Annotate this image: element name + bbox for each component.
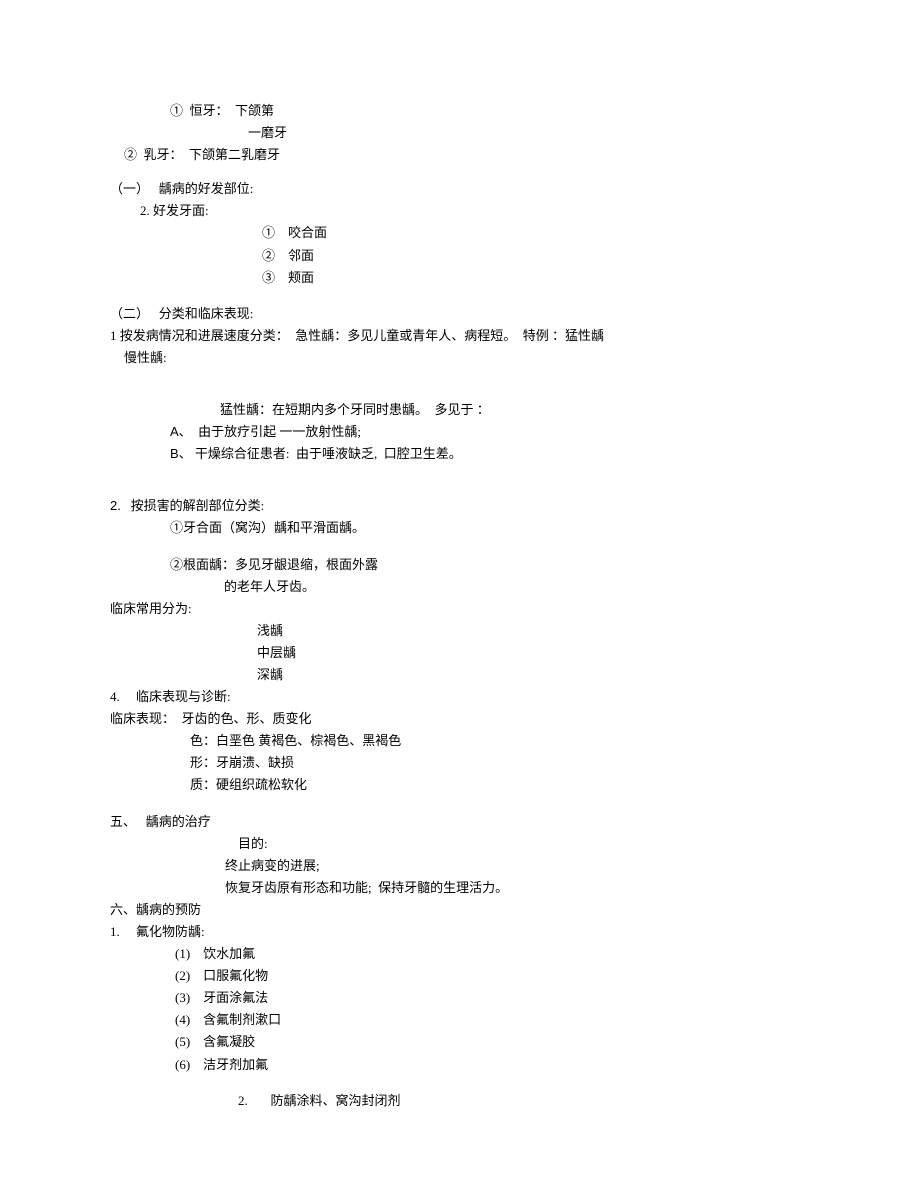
document-page: ① 恒牙： 下颌第 一磨牙 ② 乳牙： 下颌第二乳磨牙 （一） 龋病的好发部位:… <box>0 0 920 1192</box>
text-line: 临床表现： 牙齿的色、形、质变化 <box>110 708 810 730</box>
text-span: 、 干燥综合征患者: 由于唾液缺乏, 口腔卫生差。 <box>179 446 462 461</box>
text-line: 1 按发病情况和进展速度分类： 急性龋：多见儿童或青年人、病程短。 特例 ：猛性… <box>110 325 810 347</box>
text-line: 深龋 <box>257 664 810 686</box>
text-line: B、 干燥综合征患者: 由于唾液缺乏, 口腔卫生差。 <box>170 443 810 465</box>
section-heading: 2. 防龋涂料、窝沟封闭剂 <box>238 1090 810 1112</box>
text-line: ① 咬合面 <box>262 222 810 244</box>
text-line: ② 邻面 <box>262 245 810 267</box>
text-line: ②根面龋：多见牙龈退缩，根面外露 <box>170 554 810 576</box>
text-line: ①牙合面（窝沟）龋和平滑面龋。 <box>170 517 810 539</box>
list-item: (2) 口服氟化物 <box>175 965 810 987</box>
text-line: ② 乳牙： 下颌第二乳磨牙 <box>124 144 810 166</box>
section-heading: 4. 临床表现与诊断: <box>110 686 810 708</box>
list-item: (4) 含氟制剂漱口 <box>175 1009 810 1031</box>
text-line: 终止病变的进展; <box>225 855 810 877</box>
section-heading: 2. 按损害的解剖部位分类: <box>110 495 810 517</box>
text-line: 2. 好发牙面: <box>140 200 810 222</box>
text-span: 、 由于放疗引起 一一放射性龋; <box>179 424 361 439</box>
text-line: ① 恒牙： 下颌第 <box>170 100 810 122</box>
list-item: (1) 饮水加氟 <box>175 943 810 965</box>
section-heading: 五、 龋病的治疗 <box>110 811 810 833</box>
text-line: ③ 颊面 <box>262 267 810 289</box>
section-heading: （二） 分类和临床表现: <box>110 303 810 325</box>
section-heading: （一） 龋病的好发部位: <box>110 178 810 200</box>
text-line: 的老年人牙齿。 <box>224 576 810 598</box>
list-item: (5) 含氟凝胶 <box>175 1031 810 1053</box>
text-span: 按损害的解剖部位分类: <box>121 498 264 513</box>
text-line: 形：牙崩溃、缺损 <box>190 752 810 774</box>
text-line: 临床常用分为: <box>110 598 810 620</box>
label-a: A <box>170 424 179 439</box>
text-line: 中层龋 <box>257 642 810 664</box>
text-line: 一磨牙 <box>248 122 810 144</box>
section-heading: 1. 氟化物防龋: <box>110 921 810 943</box>
label-b: B <box>170 446 179 461</box>
text-line: 慢性龋: <box>124 347 810 369</box>
num: 2. <box>110 498 121 513</box>
text-line: A、 由于放疗引起 一一放射性龋; <box>170 421 810 443</box>
text-line: 目的: <box>238 833 810 855</box>
list-item: (3) 牙面涂氟法 <box>175 987 810 1009</box>
text-line: 恢复牙齿原有形态和功能; 保持牙髓的生理活力。 <box>225 877 810 899</box>
text-line: 质：硬组织疏松软化 <box>190 774 810 796</box>
text-line: 色：白垩色 黄褐色、棕褐色、黑褐色 <box>190 730 810 752</box>
text-line: 浅龋 <box>257 620 810 642</box>
section-heading: 六、龋病的预防 <box>110 899 810 921</box>
text-line: 猛性龋：在短期内多个牙同时患龋。 多见于 ： <box>220 399 810 421</box>
list-item: (6) 洁牙剂加氟 <box>175 1054 810 1076</box>
